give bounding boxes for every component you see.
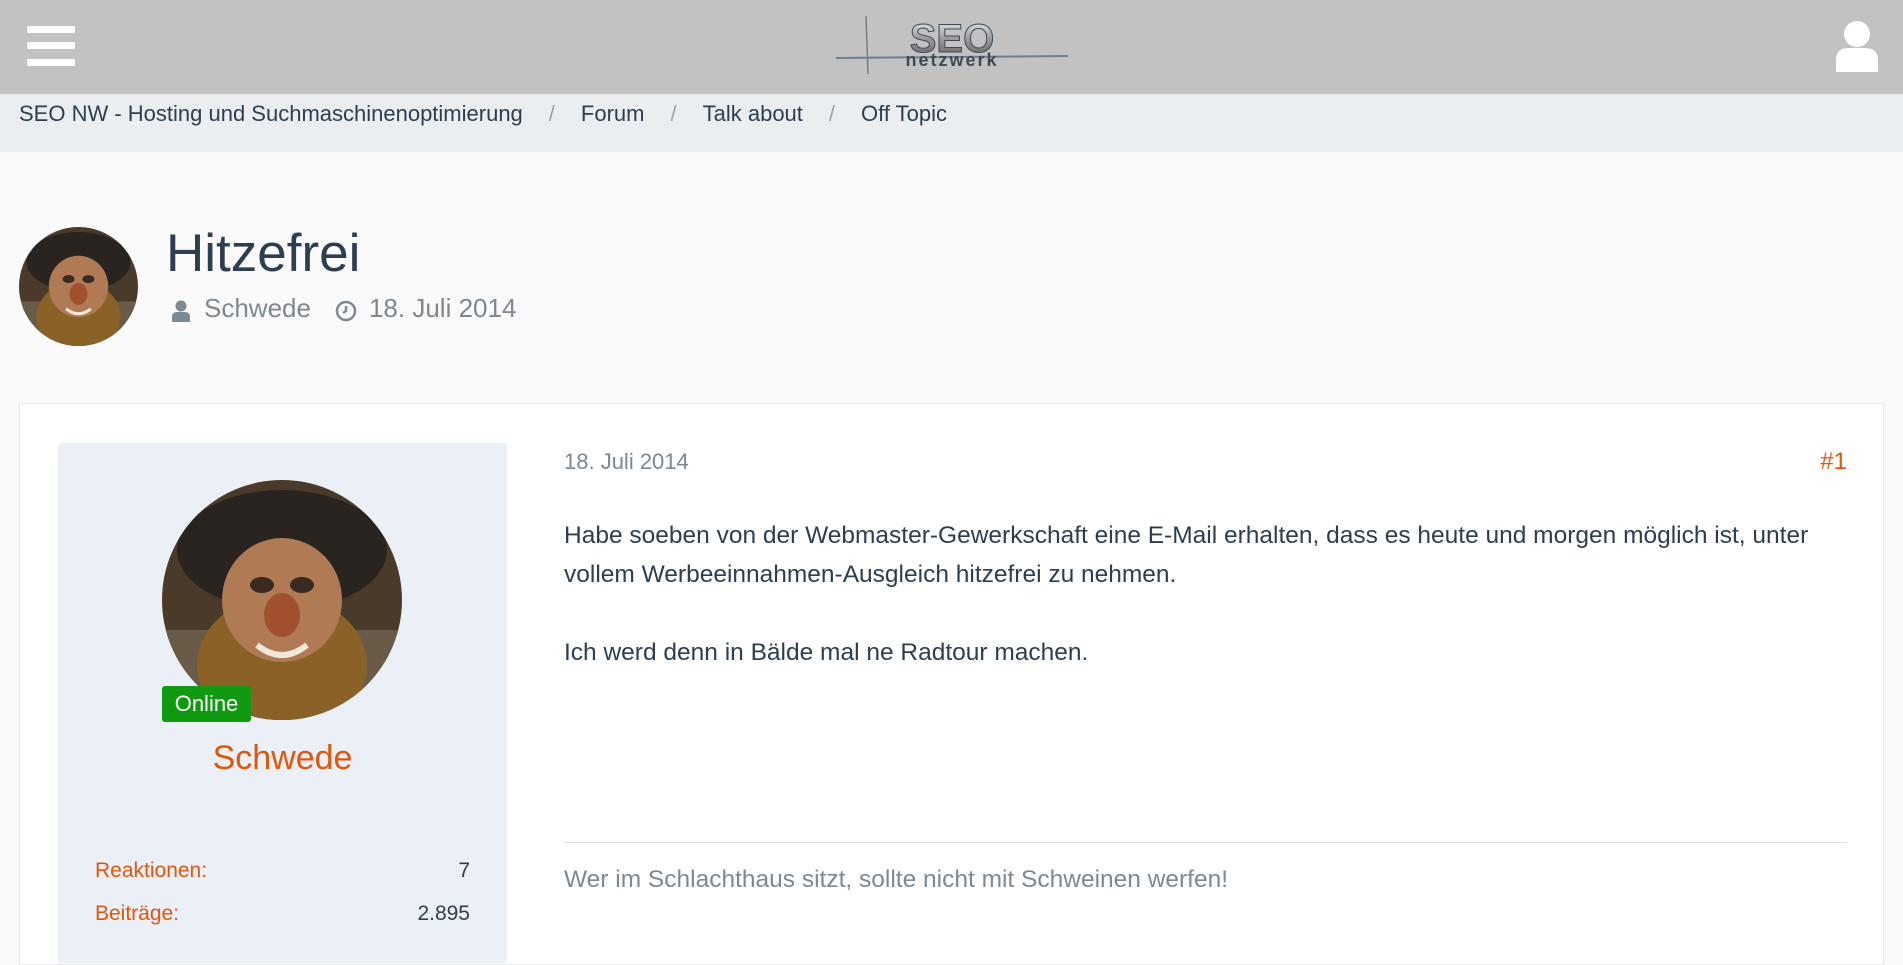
- breadcrumb-separator: /: [670, 101, 677, 126]
- post-permalink[interactable]: #1: [1820, 448, 1847, 476]
- post-date[interactable]: 18. Juli 2014: [564, 449, 689, 475]
- post-author-avatar[interactable]: [162, 480, 402, 720]
- post: Online Schwede Reaktionen: 7 Beiträge: 2…: [19, 403, 1884, 965]
- stat-value: 2.895: [417, 902, 470, 925]
- breadcrumb-item-talk-about[interactable]: Talk about: [703, 101, 803, 127]
- thread-meta: Schwede 18. Juli 2014: [170, 293, 516, 324]
- post-signature: Wer im Schlachthaus sitzt, sollte nicht …: [564, 866, 1229, 893]
- post-paragraph: Habe soeben von der Webmaster-Gewerkscha…: [564, 522, 1809, 588]
- site-logo[interactable]: SEO netzwerk: [835, 15, 1069, 75]
- post-body: Habe soeben von der Webmaster-Gewerkscha…: [564, 516, 1854, 672]
- thread-date-link[interactable]: 18. Juli 2014: [369, 293, 516, 324]
- thread-author-link[interactable]: Schwede: [204, 293, 311, 324]
- breadcrumb-item-off-topic[interactable]: Off Topic: [861, 101, 947, 127]
- stat-row-reactions: Reaktionen: 7: [95, 859, 470, 883]
- clock-icon: [335, 298, 357, 321]
- stat-label: Beiträge:: [95, 902, 180, 925]
- page-title: Hitzefrei: [166, 224, 361, 283]
- post-author-sidebar: Online Schwede Reaktionen: 7 Beiträge: 2…: [58, 443, 507, 963]
- user-icon[interactable]: [1836, 20, 1878, 72]
- breadcrumb: SEO NW - Hosting und Suchmaschinenoptimi…: [0, 94, 1903, 152]
- top-bar: SEO netzwerk: [0, 0, 1903, 94]
- stat-label: Reaktionen:: [95, 859, 208, 882]
- stat-value: 7: [458, 859, 470, 882]
- user-icon: [170, 298, 192, 322]
- signature-divider: [564, 842, 1847, 843]
- breadcrumb-item-home[interactable]: SEO NW - Hosting und Suchmaschinenoptimi…: [19, 101, 523, 127]
- post-paragraph: Ich werd denn in Bälde mal ne Radtour ma…: [564, 639, 1089, 666]
- thread-author-avatar[interactable]: [19, 227, 138, 346]
- logo-subtext: netzwerk: [905, 50, 998, 70]
- breadcrumb-item-forum[interactable]: Forum: [581, 101, 645, 127]
- breadcrumb-separator: /: [548, 101, 555, 126]
- breadcrumb-separator: /: [828, 101, 836, 126]
- hamburger-icon[interactable]: [27, 26, 75, 66]
- online-status-badge: Online: [162, 686, 251, 722]
- post-author-name[interactable]: Schwede: [58, 739, 507, 778]
- stat-row-posts: Beiträge: 2.895: [95, 902, 470, 926]
